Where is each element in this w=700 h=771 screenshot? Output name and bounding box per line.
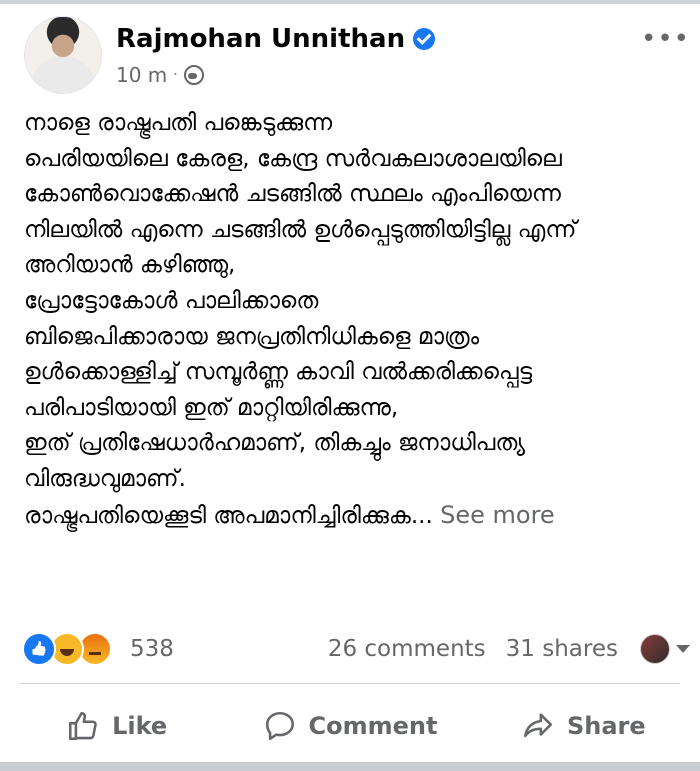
post-header: Rajmohan Unnithan 10 m · ••• [20,14,690,94]
post-line: പരിപാടിയായി ഇത് മാറ്റിയിരിക്കുന്നു, [24,394,399,421]
meta-separator: · [173,67,178,83]
like-reaction-icon [22,632,56,666]
author-row: Rajmohan Unnithan [116,22,436,56]
see-more-link[interactable]: See more [440,501,555,529]
post-line: ബിജെപിക്കാരായ ജനപ്രതിനിധികളെ മാത്രം [24,323,480,350]
like-label: Like [112,712,168,740]
post-line: പെരിയയിലെ കേരള, കേന്ദ്ര സർവകലാശാലയിലെ [24,145,562,172]
more-dots-icon[interactable]: ••• [641,24,690,54]
share-button[interactable]: Share [467,694,700,758]
share-label: Share [566,712,646,740]
share-arrow-icon [523,713,552,738]
top-divider [0,0,700,4]
like-button[interactable]: Like [0,694,233,758]
post-line: പ്രോട്ടോകോൾ പാലിക്കാതെ [24,287,319,314]
post-body: നാളെ രാഷ്ട്രപതി പങ്കെടുക്കുന്ന പെരിയയിലെ… [24,106,684,534]
post-line: രാഷ്ട്രപതിയെക്കൂടി അപമാനിച്ചിരിക്കുക... [24,502,433,529]
actions-divider [20,683,680,684]
comment-label: Comment [308,712,438,740]
post-last-line: രാഷ്ട്രപതിയെക്കൂടി അപമാനിച്ചിരിക്കുക... … [24,498,684,535]
post-line: അറിയാൻ കഴിഞ്ഞു, [24,252,236,279]
chevron-down-icon[interactable] [676,645,690,653]
comments-count[interactable]: 26 comments [328,636,486,662]
bottom-divider [0,762,700,771]
author-name[interactable]: Rajmohan Unnithan [116,24,405,54]
speech-bubble-icon [265,711,294,741]
post-meta: 10 m · [116,62,204,88]
post-timestamp[interactable]: 10 m [116,63,167,87]
reaction-icons[interactable] [22,632,112,666]
reaction-count[interactable]: 538 [130,636,174,662]
post-line: ഇത് പ്രതിഷേധാർഹമാണ്, തികച്ചും ജനാധിപത്യ [24,430,526,457]
viewer-avatar[interactable] [640,634,670,664]
globe-icon[interactable] [183,65,204,85]
thumbs-up-icon [69,711,97,741]
post-line: ഉൾക്കൊള്ളിച്ച് സമ്പൂർണ്ണ കാവി വൽക്കരിക്ക… [24,359,533,386]
engagement-bar: 538 26 comments 31 shares [22,626,690,672]
verified-badge-icon [413,28,436,50]
post-card: Rajmohan Unnithan 10 m · ••• നാളെ രാഷ്ട്… [0,0,700,771]
post-line: കോൺവൊക്കേഷൻ ചടങ്ങിൽ സ്ഥലം എംപിയെന്ന [24,181,561,208]
shares-count[interactable]: 31 shares [506,636,618,662]
post-line: നാളെ രാഷ്ട്രപതി പങ്കെടുക്കുന്ന [24,110,333,136]
comment-button[interactable]: Comment [233,694,466,758]
post-line: വിരുദ്ധവുമാണ്. [24,465,186,492]
author-avatar[interactable] [24,16,102,94]
action-bar: Like Comment Share [0,694,700,758]
post-line: നിലയിൽ എന്നെ ചടങ്ങിൽ ഉൾപ്പെടുത്തിയിട്ടില… [24,216,577,243]
